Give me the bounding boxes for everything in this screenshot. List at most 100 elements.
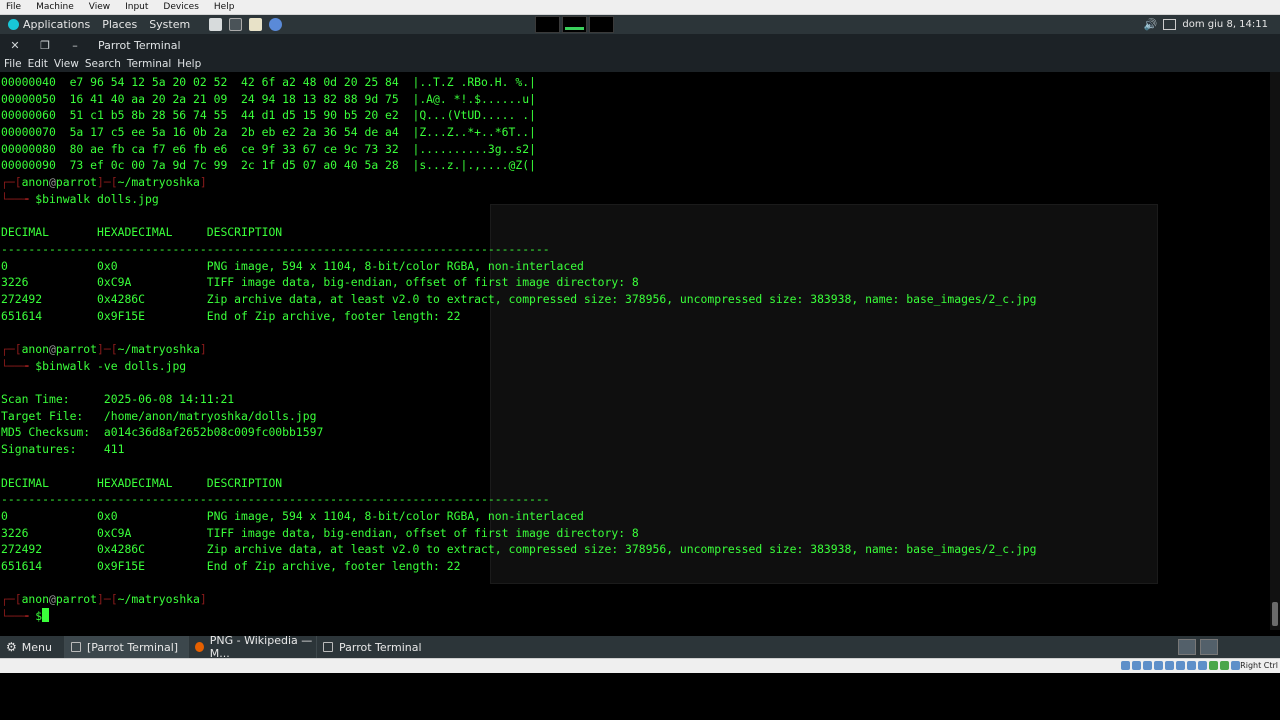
- terminal-titlebar: ✕ ❐ – Parrot Terminal: [0, 34, 1280, 56]
- maximize-icon[interactable]: ❐: [30, 39, 60, 52]
- terminal-line: 00000040 e7 96 54 12 5a 20 02 52 42 6f a…: [1, 75, 536, 89]
- recording-icon[interactable]: [1198, 661, 1207, 670]
- prompt-bracket: └──╼: [1, 609, 36, 623]
- clock[interactable]: dom giu 8, 14:11: [1182, 19, 1268, 30]
- workspace-applet-icon[interactable]: [1200, 639, 1218, 655]
- terminal-line: Signatures: 411: [1, 442, 125, 457]
- parrot-logo-icon[interactable]: [8, 19, 19, 30]
- network-icon[interactable]: [1154, 661, 1163, 670]
- vbox-menu-help[interactable]: Help: [214, 2, 235, 12]
- workspace-3[interactable]: [589, 16, 614, 33]
- terminal-scrollbar[interactable]: [1270, 72, 1280, 630]
- applications-menu[interactable]: Applications: [23, 18, 90, 31]
- terminal-line: Target File: /home/anon/matryoshka/dolls…: [1, 408, 317, 423]
- system-tray: 🔊 dom giu 8, 14:11: [1144, 15, 1268, 34]
- terminal-launcher-icon[interactable]: [229, 18, 243, 31]
- volume-icon[interactable]: 🔊: [1144, 18, 1158, 31]
- prompt-at: @: [49, 592, 56, 607]
- vbox-menu-devices[interactable]: Devices: [163, 2, 198, 12]
- prompt-at: @: [49, 342, 56, 356]
- menu-terminal[interactable]: Terminal: [127, 58, 171, 70]
- terminal-icon: [71, 642, 81, 652]
- prompt-host: parrot: [55, 342, 98, 356]
- prompt-dir: ~/matryoshka: [117, 592, 200, 607]
- hdd-icon[interactable]: [1121, 661, 1130, 670]
- optical-icon[interactable]: [1132, 661, 1141, 670]
- audio-icon[interactable]: [1143, 661, 1152, 670]
- terminal-line: 272492 0x4286C Zip archive data, at leas…: [1, 291, 1037, 306]
- terminal-line: └──╼ $binwalk dolls.jpg: [1, 191, 1037, 208]
- terminal-line: DECIMAL HEXADECIMAL DESCRIPTION: [1, 475, 283, 490]
- terminal-line: ┌─[anon@parrot]─[~/matryoshka]: [1, 591, 1037, 608]
- terminal-line: 651614 0x9F15E End of Zip archive, foote…: [1, 308, 461, 323]
- terminal-line: 00000080 80 ae fb ca f7 e6 fb e6 ce 9f 3…: [1, 141, 536, 156]
- menu-search[interactable]: Search: [85, 58, 121, 70]
- terminal-body[interactable]: 00000040 e7 96 54 12 5a 20 02 52 42 6f a…: [0, 72, 1270, 630]
- prompt-user: anon: [21, 342, 50, 356]
- terminal-line: 3226 0xC9A TIFF image data, big-endian, …: [1, 275, 639, 290]
- network-icon[interactable]: [1163, 19, 1177, 30]
- prompt-bracket: ]─[: [97, 592, 118, 607]
- terminal-line: ┌─[anon@parrot]─[~/matryoshka]: [1, 174, 1037, 191]
- menu-gear-icon: ⚙: [6, 640, 17, 654]
- close-icon[interactable]: ✕: [0, 39, 30, 52]
- bottom-panel: ⚙ Menu [Parrot Terminal] PNG - Wikipedia…: [0, 634, 1280, 660]
- workspace-1[interactable]: [535, 16, 560, 33]
- top-panel: Applications Places System 🔊 dom giu 8, …: [0, 15, 1280, 34]
- scrollbar-thumb[interactable]: [1272, 602, 1278, 626]
- task-firefox[interactable]: PNG - Wikipedia — M...: [188, 634, 316, 660]
- prompt-bracket: ]─[: [97, 342, 118, 356]
- vbox-menu-file[interactable]: File: [6, 2, 21, 12]
- files-launcher-icon[interactable]: [209, 18, 223, 31]
- shared-folder-icon[interactable]: [1176, 661, 1185, 670]
- terminal-line: Scan Time: 2025-06-08 14:11:21: [1, 392, 235, 407]
- vbox-menu-machine[interactable]: Machine: [36, 2, 74, 12]
- workspace-2[interactable]: [562, 16, 587, 33]
- display-icon[interactable]: [1187, 661, 1196, 670]
- prompt-bracket: ]─[: [97, 175, 118, 190]
- prompt-bracket: └──╼: [1, 191, 36, 206]
- terminal-line: └──╼ $: [1, 608, 1037, 625]
- task-parrot-terminal-minimized[interactable]: [Parrot Terminal]: [64, 636, 188, 658]
- vbox-menubar: File Machine View Input Devices Help: [0, 0, 1280, 15]
- minimize-icon[interactable]: –: [60, 39, 90, 52]
- system-menu[interactable]: System: [149, 18, 190, 31]
- prompt-bracket: └──╼: [1, 358, 36, 373]
- terminal-icon: [323, 642, 333, 652]
- prompt-at: @: [49, 175, 56, 190]
- cpu-icon[interactable]: [1209, 661, 1218, 670]
- vbox-menu-input[interactable]: Input: [125, 2, 148, 12]
- mouse-integration-icon[interactable]: [1220, 661, 1229, 670]
- vbox-menu-view[interactable]: View: [89, 2, 110, 12]
- firefox-icon: [195, 642, 204, 652]
- show-desktop-icon[interactable]: [1178, 639, 1196, 655]
- prompt-dir: ~/matryoshka: [117, 175, 200, 190]
- menu-edit[interactable]: Edit: [28, 58, 48, 70]
- terminal-line: DECIMAL HEXADECIMAL DESCRIPTION: [1, 225, 283, 240]
- terminal-line: ┌─[anon@parrot]─[~/matryoshka]: [1, 341, 1037, 358]
- prompt-bracket: ┌─[: [1, 592, 22, 607]
- start-menu-label: Menu: [21, 640, 52, 654]
- start-menu-button[interactable]: ⚙ Menu: [6, 640, 64, 654]
- window-title: Parrot Terminal: [98, 38, 181, 52]
- task-label: Parrot Terminal: [339, 640, 422, 654]
- terminal-line: ----------------------------------------…: [1, 241, 550, 256]
- keyboard-icon[interactable]: [1231, 661, 1240, 670]
- menu-help[interactable]: Help: [177, 58, 201, 70]
- prompt-symbol: $: [35, 609, 43, 623]
- text-editor-launcher-icon[interactable]: [249, 18, 263, 31]
- terminal-line: 00000060 51 c1 b5 8b 28 56 74 55 44 d1 d…: [1, 108, 536, 123]
- terminal-line: MD5 Checksum: a014c36d8af2652b08c009fc00…: [1, 425, 324, 440]
- menu-file[interactable]: File: [4, 58, 22, 70]
- places-menu[interactable]: Places: [102, 18, 137, 31]
- task-parrot-terminal[interactable]: Parrot Terminal: [316, 636, 442, 658]
- browser-launcher-icon[interactable]: [269, 18, 283, 31]
- terminal-line: 272492 0x4286C Zip archive data, at leas…: [1, 542, 1037, 557]
- workspace-switcher: [535, 16, 614, 33]
- menu-view[interactable]: View: [54, 58, 79, 70]
- terminal-line: └──╼ $binwalk -ve dolls.jpg: [1, 358, 1037, 375]
- usb-icon[interactable]: [1165, 661, 1174, 670]
